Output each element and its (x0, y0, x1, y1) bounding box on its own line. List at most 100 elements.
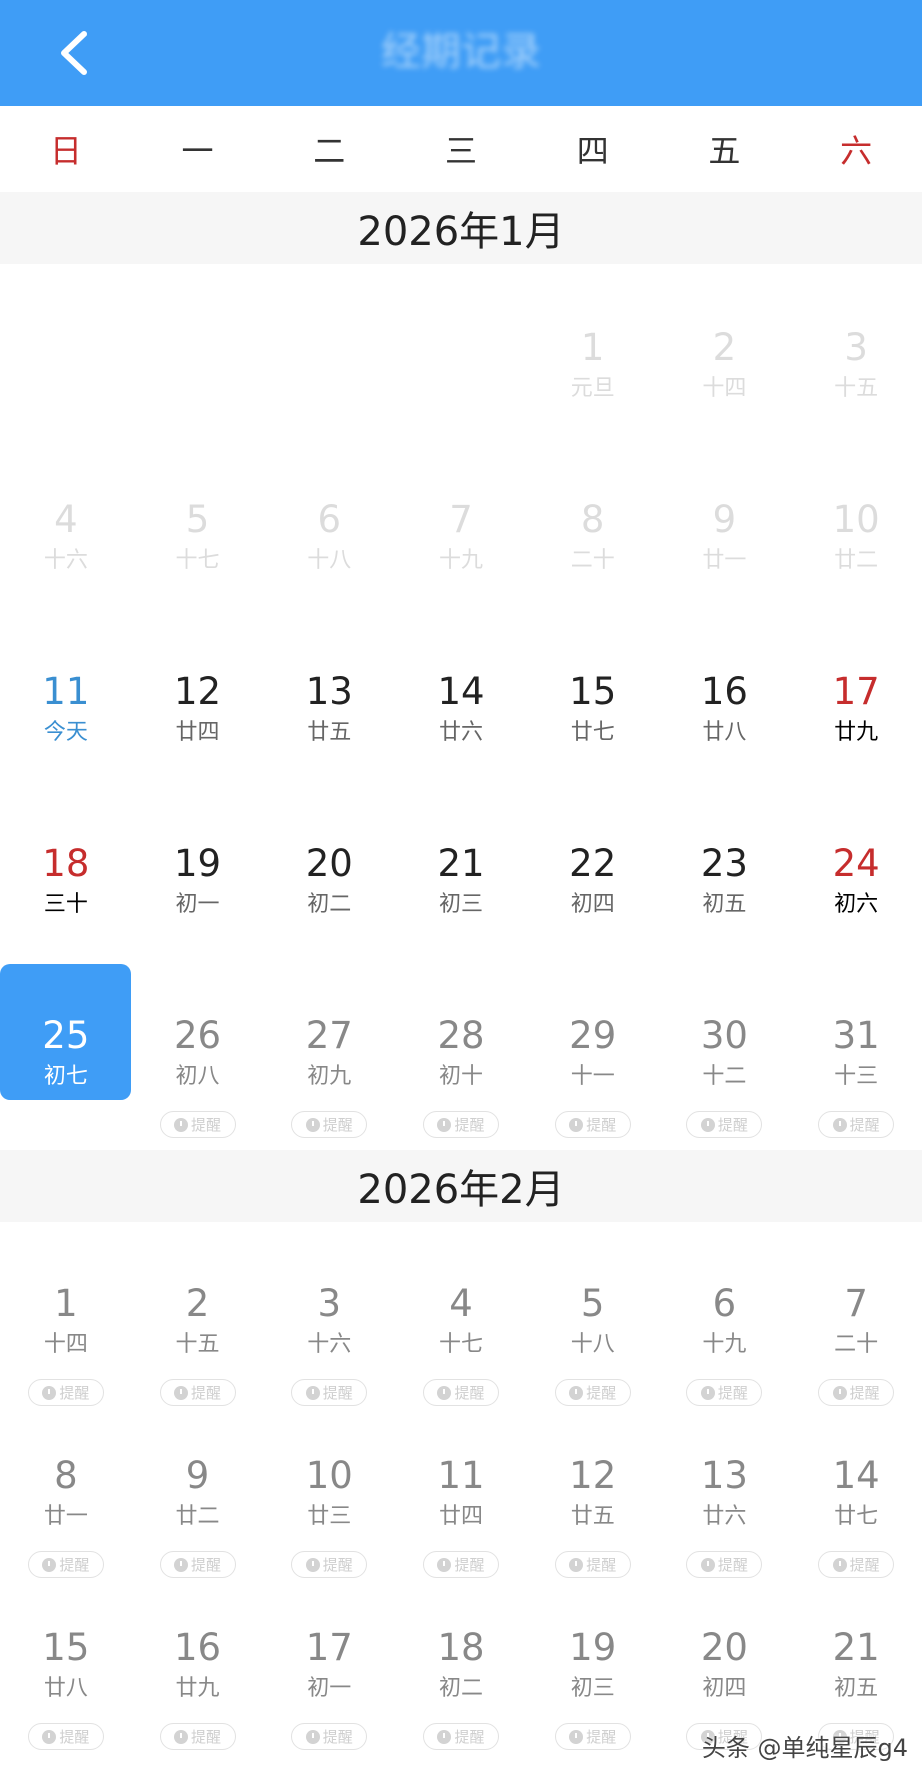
day-cell[interactable]: 9 廿二 提醒 (132, 1394, 264, 1578)
remind-button[interactable]: 提醒 (422, 1111, 499, 1138)
day-cell[interactable]: 15 廿八 提醒 (0, 1566, 132, 1750)
day-number: 8 (54, 1454, 78, 1497)
day-number: 10 (832, 498, 880, 541)
day-number: 11 (42, 670, 90, 713)
day-cell[interactable]: 13 廿六 提醒 (659, 1394, 791, 1578)
lunar-date: 廿九 (834, 720, 879, 745)
remind-button[interactable]: 提醒 (159, 1111, 236, 1138)
day-number: 19 (569, 1626, 617, 1669)
day-cell[interactable]: 15 廿七 (527, 608, 659, 780)
day-cell[interactable]: 21 初三 (395, 780, 527, 952)
day-cell[interactable]: 10 廿二 (790, 436, 922, 608)
day-cell[interactable]: 5 十七 (132, 436, 264, 608)
alarm-clock-icon (700, 1117, 715, 1132)
weekday-tue: 二 (313, 132, 346, 170)
lunar-date: 初七 (43, 1064, 88, 1089)
back-button[interactable] (38, 18, 108, 88)
day-cell[interactable]: 20 初二 (263, 780, 395, 952)
day-cell[interactable]: 4 十七 提醒 (395, 1222, 527, 1406)
remind-button[interactable]: 提醒 (686, 1111, 763, 1138)
remind-button[interactable]: 提醒 (291, 1111, 368, 1138)
day-cell[interactable]: 1 元旦 (527, 264, 659, 436)
remind-button[interactable]: 提醒 (818, 1111, 895, 1138)
lunar-date: 初十 (438, 1064, 483, 1089)
day-number: 3 (317, 1282, 342, 1325)
day-cell[interactable]: 7 十九 (395, 436, 527, 608)
remind-button[interactable]: 提醒 (27, 1723, 104, 1750)
month-grid: 1 元旦 2 十四 3 十五 4 十六 5 十七 6 十八 7 十九 8 二十 9 廿一 10 廿二 11 今天 12 廿四 1… (0, 264, 922, 1138)
remind-label: 提醒 (322, 1116, 353, 1134)
remind-button[interactable]: 提醒 (422, 1723, 499, 1750)
lunar-date: 廿二 (834, 548, 879, 573)
remind-button[interactable]: 提醒 (291, 1723, 368, 1750)
day-cell[interactable]: 19 初三 提醒 (527, 1566, 659, 1750)
remind-button[interactable]: 提醒 (554, 1111, 631, 1138)
day-cell[interactable]: 14 廿七 提醒 (790, 1394, 922, 1578)
remind-button[interactable]: 提醒 (554, 1723, 631, 1750)
day-number: 29 (569, 1014, 617, 1057)
day-cell[interactable]: 19 初一 (132, 780, 264, 952)
page-title: 经期记录 (381, 29, 541, 75)
lunar-date: 廿八 (43, 1676, 88, 1701)
day-cell[interactable]: 5 十八 提醒 (527, 1222, 659, 1406)
day-cell[interactable]: 17 廿九 (790, 608, 922, 780)
day-number: 17 (832, 670, 880, 713)
day-cell[interactable]: 20 初四 提醒 (659, 1566, 791, 1750)
weekday-wed: 三 (444, 132, 477, 170)
day-cell[interactable]: 2 十五 提醒 (132, 1222, 264, 1406)
day-cell[interactable]: 13 廿五 (263, 608, 395, 780)
day-number: 16 (174, 1626, 222, 1669)
day-number: 10 (305, 1454, 353, 1497)
day-cell[interactable]: 22 初四 (527, 780, 659, 952)
day-cell[interactable]: 3 十五 (790, 264, 922, 436)
alarm-clock-icon (305, 1117, 320, 1132)
day-cell[interactable]: 1 十四 提醒 (0, 1222, 132, 1406)
day-cell[interactable]: 2 十四 (659, 264, 791, 436)
day-cell[interactable]: 11 今天 (0, 608, 132, 780)
lunar-date: 十六 (307, 1332, 352, 1357)
day-cell[interactable]: 8 二十 (527, 436, 659, 608)
day-number: 20 (700, 1626, 748, 1669)
day-cell[interactable]: 16 廿八 (659, 608, 791, 780)
day-cell[interactable]: 12 廿五 提醒 (527, 1394, 659, 1578)
empty-cell (132, 264, 264, 436)
day-cell[interactable]: 7 二十 提醒 (790, 1222, 922, 1406)
day-cell[interactable]: 31 十三 提醒 (790, 952, 922, 1138)
lunar-date: 初六 (834, 892, 879, 917)
day-cell[interactable]: 25 初七 (0, 952, 132, 1124)
day-cell[interactable]: 4 十六 (0, 436, 132, 608)
day-cell[interactable]: 27 初九 提醒 (263, 952, 395, 1138)
day-cell[interactable]: 10 廿三 提醒 (263, 1394, 395, 1578)
remind-label: 提醒 (849, 1116, 880, 1134)
day-cell[interactable]: 26 初八 提醒 (132, 952, 264, 1138)
day-cell[interactable]: 3 十六 提醒 (263, 1222, 395, 1406)
day-number: 15 (569, 670, 617, 713)
day-cell[interactable]: 14 廿六 (395, 608, 527, 780)
lunar-date: 廿七 (570, 720, 615, 745)
day-cell[interactable]: 29 十一 提醒 (527, 952, 659, 1138)
day-number: 6 (712, 1282, 737, 1325)
day-cell[interactable]: 23 初五 (659, 780, 791, 952)
day-number: 7 (844, 1282, 868, 1325)
day-cell[interactable]: 6 十八 (263, 436, 395, 608)
lunar-date: 廿四 (438, 1504, 483, 1529)
day-number: 16 (700, 670, 748, 713)
day-cell[interactable]: 18 三十 (0, 780, 132, 952)
day-cell[interactable]: 12 廿四 (132, 608, 264, 780)
day-cell[interactable]: 24 初六 (790, 780, 922, 952)
day-cell[interactable]: 6 十九 提醒 (659, 1222, 791, 1406)
day-cell[interactable]: 11 廿四 提醒 (395, 1394, 527, 1578)
alarm-clock-icon (437, 1117, 452, 1132)
day-cell[interactable]: 17 初一 提醒 (263, 1566, 395, 1750)
day-cell[interactable]: 30 十二 提醒 (659, 952, 791, 1138)
day-cell[interactable]: 18 初二 提醒 (395, 1566, 527, 1750)
day-cell[interactable]: 28 初十 提醒 (395, 952, 527, 1138)
remind-button[interactable]: 提醒 (159, 1723, 236, 1750)
day-number: 18 (42, 842, 90, 885)
day-cell[interactable]: 9 廿一 (659, 436, 791, 608)
day-cell[interactable]: 8 廿一 提醒 (0, 1394, 132, 1578)
weekday-mon: 一 (181, 132, 214, 170)
day-cell[interactable]: 21 初五 提醒 (790, 1566, 922, 1750)
day-cell[interactable]: 16 廿九 提醒 (132, 1566, 264, 1750)
day-number: 7 (449, 498, 473, 541)
